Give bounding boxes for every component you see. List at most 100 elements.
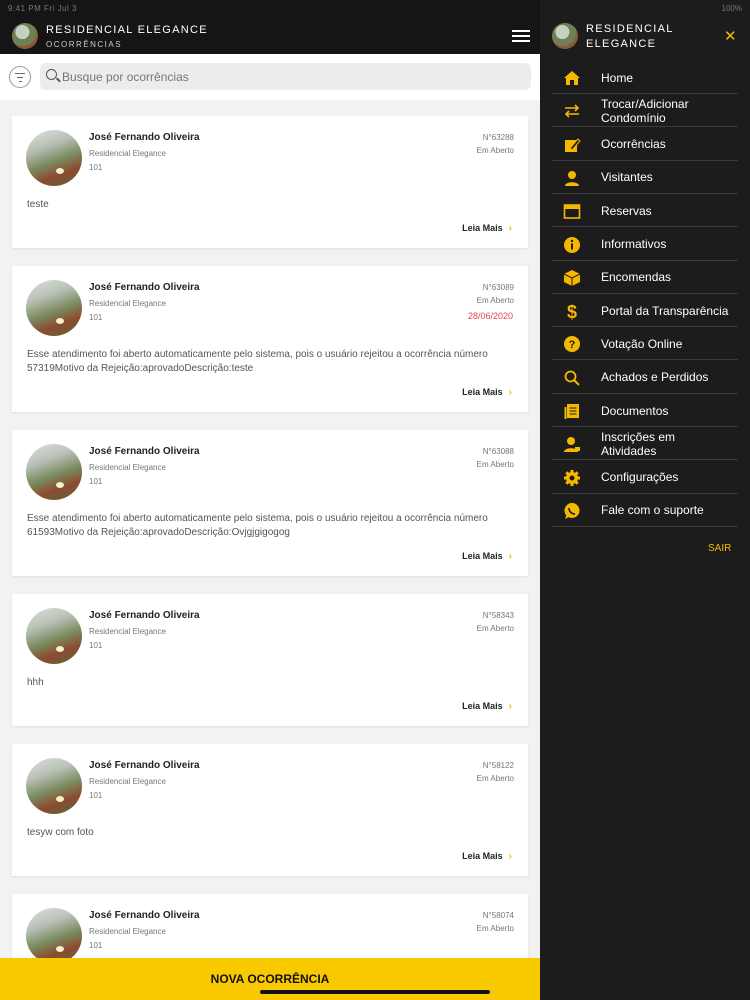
read-more-label: Leia Mais <box>462 701 503 711</box>
occurrence-card[interactable]: José Fernando Oliveira Residencial Elegan… <box>12 116 528 248</box>
occurrence-date: 28/06/2020 <box>467 311 513 321</box>
header-title: RESIDENCIAL ELEGANCE <box>46 24 208 36</box>
chevron-right-icon: › <box>508 701 512 712</box>
condo-name: Residencial Elegance <box>89 627 166 636</box>
status-time: 9:41 PM Fri Jul 3 <box>8 4 77 13</box>
logout-button[interactable]: SAIR <box>708 543 731 554</box>
menu-item-label: Fale com o suporte <box>601 503 704 518</box>
menu-item-inscricoes-em-atividades[interactable]: Inscrições em Atividades <box>552 427 738 461</box>
filter-icon[interactable] <box>9 66 31 88</box>
search-icon <box>563 369 581 387</box>
occurrence-status: Em Aberto <box>476 146 514 155</box>
person-icon <box>563 169 581 187</box>
menu-item-label: Trocar/Adicionar Condomínio <box>601 96 689 125</box>
occurrence-status: Em Aberto <box>476 924 514 933</box>
side-menu: 100% RESIDENCIAL ELEGANCE ✕ Home Trocar/A… <box>540 0 750 1000</box>
resident-name: José Fernando Oliveira <box>89 132 200 143</box>
menu-item-label: Configurações <box>601 470 679 485</box>
battery-status: 100% <box>721 4 742 13</box>
app-header: 9:41 PM Fri Jul 3 RESIDENCIAL ELEGANCE O… <box>0 0 540 54</box>
search-icon <box>46 69 57 80</box>
read-more-link[interactable]: Leia Mais › <box>462 701 512 712</box>
person-badge-icon <box>563 435 581 453</box>
occurrence-description: hhh <box>27 677 44 688</box>
resident-name: José Fernando Oliveira <box>89 760 200 771</box>
menu-item-votacao-online[interactable]: ? Votação Online <box>552 327 738 361</box>
resident-name: José Fernando Oliveira <box>89 910 200 921</box>
occurrence-status: Em Aberto <box>476 624 514 633</box>
occurrence-number: N°58074 <box>482 911 514 920</box>
resident-photo <box>26 130 82 186</box>
menu-item-fale-com-o-suporte[interactable]: Fale com o suporte <box>552 494 738 527</box>
svg-text:?: ? <box>569 339 576 351</box>
unit-number: 101 <box>89 791 103 800</box>
occurrence-number: N°63288 <box>482 133 514 142</box>
chevron-right-icon: › <box>508 223 512 234</box>
occurrence-card[interactable]: José Fernando Oliveira Residencial Elegan… <box>12 594 528 726</box>
chevron-right-icon: › <box>508 551 512 562</box>
occurrence-description: Esse atendimento foi aberto automaticame… <box>27 349 488 374</box>
menu-item-label: Encomendas <box>601 270 672 285</box>
menu-item-informativos[interactable]: Informativos <box>552 228 738 261</box>
occurrence-card[interactable]: José Fernando Oliveira Residencial Elegan… <box>12 430 528 576</box>
menu-icon[interactable] <box>512 30 530 42</box>
resident-photo <box>26 444 82 500</box>
menu-item-label: Visitantes <box>601 170 653 185</box>
read-more-label: Leia Mais <box>462 387 503 397</box>
edit-note-icon <box>563 136 581 154</box>
menu-item-achados-e-perdidos[interactable]: Achados e Perdidos <box>552 361 738 394</box>
menu-item-trocar-adicionar-condominio[interactable]: Trocar/Adicionar Condomínio <box>552 94 738 128</box>
menu-item-documentos[interactable]: Documentos <box>552 394 738 427</box>
dollar-icon: $ <box>563 302 581 322</box>
unit-number: 101 <box>89 641 103 650</box>
occurrence-number: N°63088 <box>482 447 514 456</box>
unit-number: 101 <box>89 163 103 172</box>
read-more-link[interactable]: Leia Mais › <box>462 851 512 862</box>
resident-photo <box>26 280 82 336</box>
menu-item-ocorrencias[interactable]: Ocorrências <box>552 128 738 161</box>
condo-name: Residencial Elegance <box>89 777 166 786</box>
read-more-link[interactable]: Leia Mais › <box>462 551 512 562</box>
documents-icon <box>563 402 581 420</box>
resident-photo <box>26 758 82 814</box>
chevron-right-icon: › <box>508 387 512 398</box>
occurrence-card[interactable]: José Fernando Oliveira Residencial Elegan… <box>12 744 528 876</box>
occurrence-status: Em Aberto <box>476 774 514 783</box>
home-indicator <box>260 990 490 994</box>
occurrence-number: N°58122 <box>482 761 514 770</box>
condo-avatar <box>12 23 38 49</box>
package-icon <box>563 269 581 287</box>
menu-item-encomendas[interactable]: Encomendas <box>552 261 738 294</box>
condo-name: Residencial Elegance <box>89 299 166 308</box>
read-more-label: Leia Mais <box>462 851 503 861</box>
occurrence-description: tesyw com foto <box>27 827 94 838</box>
occurrence-number: N°63089 <box>482 283 514 292</box>
menu-item-label: Portal da Transparência <box>601 303 729 318</box>
header-subtitle: OCORRÊNCIAS <box>46 40 123 49</box>
read-more-link[interactable]: Leia Mais › <box>462 387 512 398</box>
menu-item-label: Home <box>601 70 634 85</box>
condo-name: Residencial Elegance <box>89 149 166 158</box>
close-icon[interactable]: ✕ <box>724 27 737 45</box>
calendar-icon <box>563 202 581 220</box>
search-input[interactable] <box>62 66 522 87</box>
drawer-title: RESIDENCIAL ELEGANCE <box>586 23 674 50</box>
menu-item-home[interactable]: Home <box>552 61 738 94</box>
chevron-right-icon: › <box>508 851 512 862</box>
resident-photo <box>26 608 82 664</box>
read-more-label: Leia Mais <box>462 223 503 233</box>
unit-number: 101 <box>89 941 103 950</box>
read-more-label: Leia Mais <box>462 551 503 561</box>
menu-item-label: Votação Online <box>601 336 683 351</box>
menu-item-visitantes[interactable]: Visitantes <box>552 161 738 194</box>
occurrence-status: Em Aberto <box>476 296 514 305</box>
info-icon <box>563 236 581 254</box>
question-icon: ? <box>563 335 581 353</box>
home-icon <box>563 69 581 87</box>
menu-item-portal-da-transparencia[interactable]: $ Portal da Transparência <box>552 294 738 328</box>
menu-item-reservas[interactable]: Reservas <box>552 194 738 228</box>
menu-item-label: Achados e Perdidos <box>601 370 709 385</box>
menu-item-configuracoes[interactable]: Configurações <box>552 461 738 494</box>
read-more-link[interactable]: Leia Mais › <box>462 223 512 234</box>
occurrence-card[interactable]: José Fernando Oliveira Residencial Elegan… <box>12 266 528 412</box>
